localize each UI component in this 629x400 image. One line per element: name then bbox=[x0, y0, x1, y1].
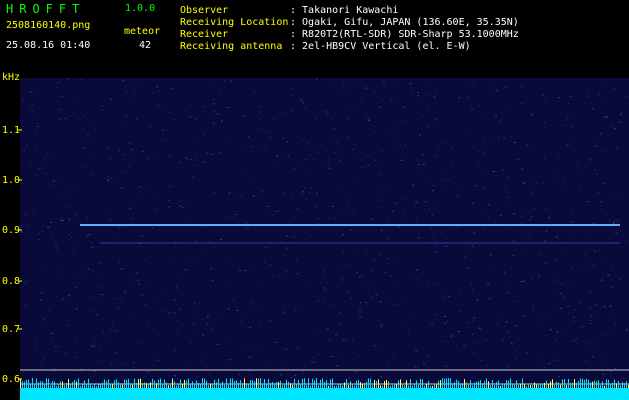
app-version: 1.0.0 bbox=[125, 3, 156, 14]
app-title: HROFFT bbox=[6, 2, 86, 16]
spectrogram-background bbox=[20, 78, 629, 400]
y-tick: 0.9 bbox=[2, 225, 21, 236]
spectrogram bbox=[20, 78, 629, 400]
y-tick: 1.0 bbox=[2, 175, 21, 186]
info-label-antenna: Receiving antenna bbox=[180, 41, 283, 52]
y-tick: 0.7 bbox=[2, 324, 21, 335]
meteor-count: 42 bbox=[139, 40, 152, 51]
filename: 2508160140.png bbox=[6, 20, 91, 31]
info-value-location: : Ogaki, Gifu, JAPAN (136.60E, 35.35N) bbox=[290, 17, 519, 28]
timestamp: 25.08.16 01:40 bbox=[6, 40, 91, 51]
info-value-observer: : Takanori Kawachi bbox=[290, 5, 399, 16]
y-tick: 0.8 bbox=[2, 276, 21, 287]
y-unit-label: kHz bbox=[2, 72, 21, 83]
noise-floor-band bbox=[20, 388, 629, 400]
info-label-location: Receiving Location bbox=[180, 17, 289, 28]
y-tick: 0.6 bbox=[2, 374, 21, 385]
info-value-antenna: : 2el-HB9CV Vertical (el. E-W) bbox=[290, 41, 471, 52]
info-label-observer: Observer bbox=[180, 5, 229, 16]
info-label-receiver: Receiver bbox=[180, 29, 229, 40]
info-value-receiver: : R820T2(RTL-SDR) SDR-Sharp 53.1000MHz bbox=[290, 29, 519, 40]
y-tick: 1.1 bbox=[2, 125, 21, 136]
category-label: meteor bbox=[124, 26, 161, 37]
